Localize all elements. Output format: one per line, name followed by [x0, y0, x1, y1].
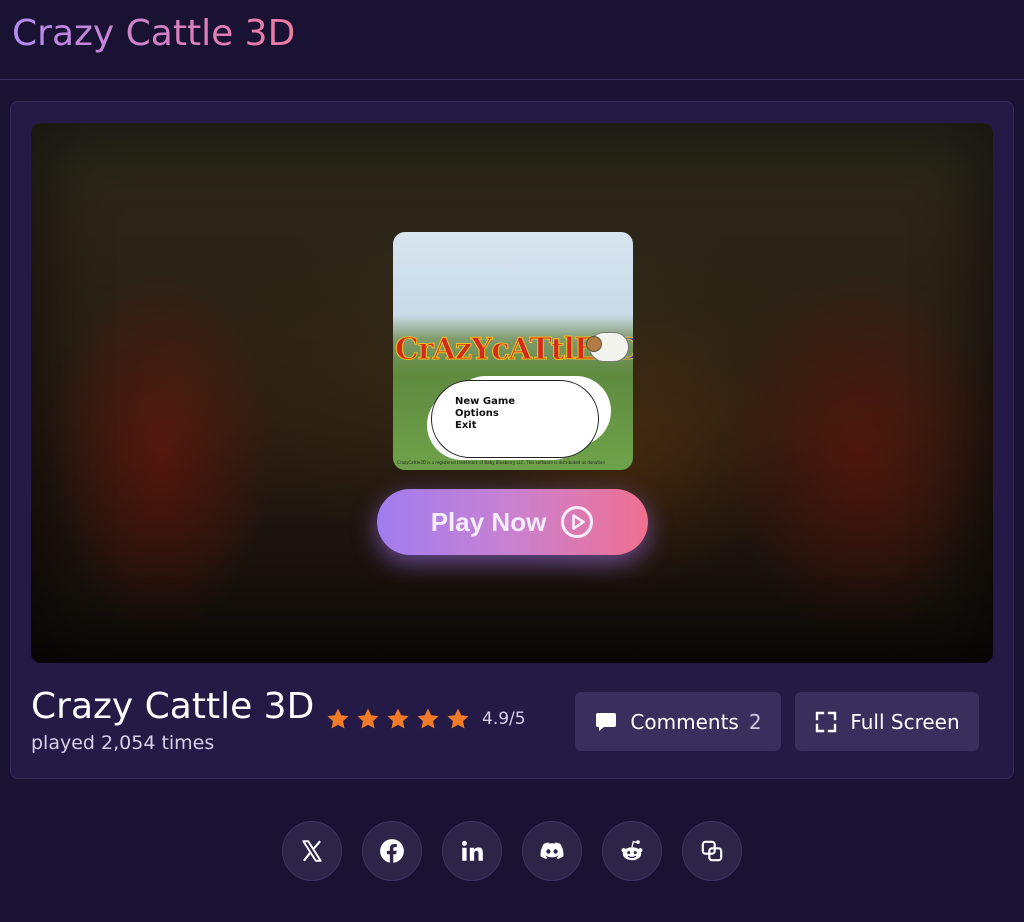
- site-title[interactable]: Crazy Cattle 3D: [12, 12, 295, 56]
- reddit-icon: [621, 840, 643, 861]
- star-icon: [327, 708, 349, 729]
- play-now-label: Play Now: [430, 506, 547, 537]
- comments-count: 2: [748, 709, 762, 734]
- comment-icon: [596, 712, 617, 731]
- share-discord-button[interactable]: [522, 821, 582, 881]
- discord-icon: [540, 842, 564, 860]
- comments-button[interactable]: Comments 2: [575, 692, 781, 751]
- game-thumbnail[interactable]: CrAzYcATtlE3D New Game Options Exit Craz…: [393, 232, 633, 470]
- share-facebook-button[interactable]: [362, 821, 422, 881]
- rating-text: 4.9/5: [482, 709, 526, 729]
- comments-label: Comments: [630, 709, 739, 734]
- fullscreen-label: Full Screen: [850, 709, 960, 734]
- share-copy-link-button[interactable]: [682, 821, 742, 881]
- share-linkedin-button[interactable]: [442, 821, 502, 881]
- x-icon: [302, 840, 322, 862]
- star-icon: [357, 708, 379, 729]
- star-icon: [387, 708, 409, 729]
- game-title: Crazy Cattle 3D: [31, 686, 315, 727]
- linkedin-icon: [461, 840, 483, 861]
- copy-link-icon: [701, 840, 723, 862]
- share-x-button[interactable]: [282, 821, 342, 881]
- thumbnail-menu-item: Options: [455, 408, 499, 419]
- play-count: played 2,054 times: [31, 732, 215, 754]
- play-now-button[interactable]: Play Now: [377, 489, 648, 555]
- rating: 4.9/5: [326, 707, 526, 731]
- star-icon: [417, 708, 439, 729]
- share-reddit-button[interactable]: [602, 821, 662, 881]
- sheep-icon: [586, 332, 629, 362]
- fullscreen-button[interactable]: Full Screen: [795, 692, 979, 751]
- play-circle-icon: [561, 506, 594, 538]
- fullscreen-icon: [816, 711, 837, 732]
- top-bar: Crazy Cattle 3D: [0, 0, 1024, 80]
- thumbnail-menu-item: New Game: [455, 396, 516, 407]
- thumbnail-fine-print: CrazyCattle3D is a registered trademark …: [397, 460, 606, 465]
- star-icon: [447, 708, 469, 729]
- facebook-icon: [380, 839, 404, 863]
- thumbnail-menu: New Game Options Exit: [455, 396, 515, 432]
- thumbnail-menu-item: Exit: [455, 420, 477, 431]
- share-buttons: [282, 821, 742, 881]
